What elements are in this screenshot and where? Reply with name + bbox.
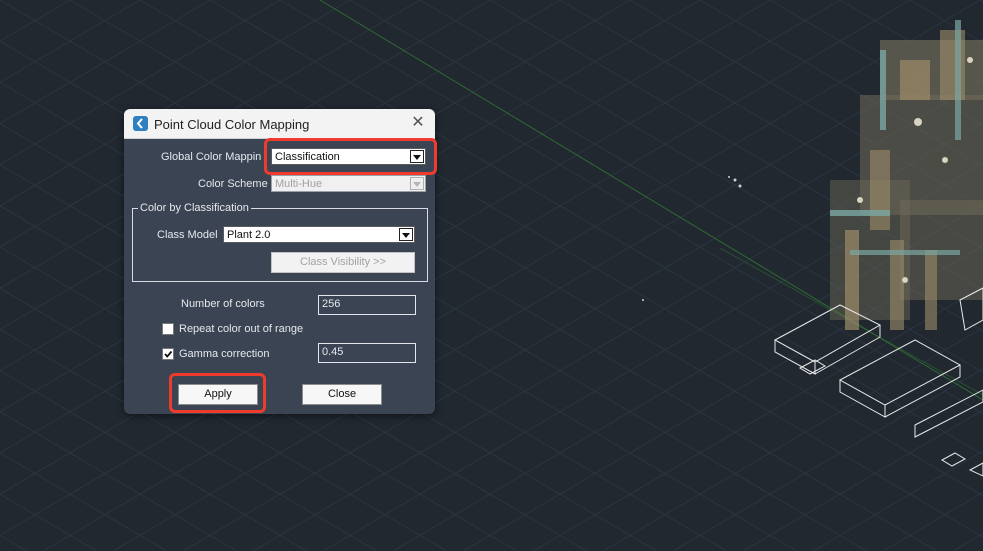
gamma-correction-checkbox[interactable] <box>162 348 174 360</box>
highlight-apply-button <box>169 373 266 413</box>
gamma-correction-label: Gamma correction <box>179 348 270 360</box>
repeat-color-label: Repeat color out of range <box>179 323 304 335</box>
gamma-correction-input[interactable]: 0.45 <box>318 343 416 363</box>
chevron-down-icon <box>410 177 424 190</box>
chevron-down-icon[interactable] <box>399 228 413 241</box>
dialog-titlebar[interactable]: Point Cloud Color Mapping ✕ <box>124 109 435 139</box>
classification-group-title: Color by Classification <box>138 202 251 214</box>
number-of-colors-value: 256 <box>322 298 341 310</box>
number-of-colors-label: Number of colors <box>181 298 265 310</box>
checkmark-icon <box>164 350 173 358</box>
color-scheme-label: Color Scheme <box>198 178 268 190</box>
global-color-mapping-label: Global Color Mappin <box>161 151 262 163</box>
close-icon[interactable]: ✕ <box>409 114 427 132</box>
number-of-colors-input[interactable]: 256 <box>318 295 416 315</box>
color-scheme-select: Multi-Hue <box>271 175 426 192</box>
class-model-value: Plant 2.0 <box>227 229 271 241</box>
class-model-select[interactable]: Plant 2.0 <box>223 226 415 243</box>
dialog-title: Point Cloud Color Mapping <box>154 117 310 132</box>
class-visibility-button: Class Visibility >> <box>271 252 415 273</box>
repeat-color-checkbox[interactable] <box>162 323 174 335</box>
gamma-correction-value: 0.45 <box>322 346 344 358</box>
class-model-label: Class Model <box>157 229 218 241</box>
color-scheme-value: Multi-Hue <box>275 178 323 190</box>
close-button[interactable]: Close <box>302 384 382 405</box>
app-icon <box>133 116 148 131</box>
highlight-global-color-mapping <box>264 138 437 175</box>
